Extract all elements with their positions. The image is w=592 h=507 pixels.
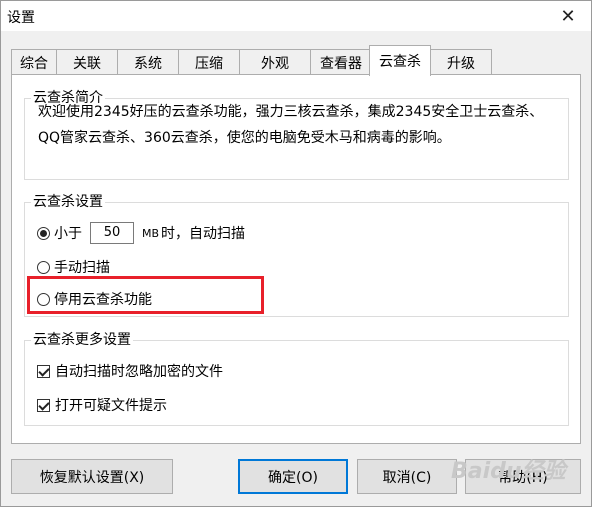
ok-button[interactable]: 确定(O) xyxy=(238,459,348,494)
help-button[interactable]: 帮助(H) xyxy=(465,459,581,494)
radio-manual[interactable] xyxy=(37,260,50,274)
more-settings-group: 云查杀更多设置 自动扫描时忽略加密的文件 打开可疑文件提示 xyxy=(24,331,569,426)
intro-text: 欢迎使用2345好压的云查杀功能，强力三核云查杀，集成2345安全卫士云查杀、Q… xyxy=(38,104,544,146)
radio-size-limit[interactable] xyxy=(37,226,50,240)
tab-panel-cloud-scan: 云查杀简介 欢迎使用2345好压的云查杀功能，强力三核云查杀，集成2345安全卫… xyxy=(11,74,581,444)
checkbox-row-ignore-encrypted[interactable]: 自动扫描时忽略加密的文件 xyxy=(37,361,223,381)
checkbox-row-suspicious-tip[interactable]: 打开可疑文件提示 xyxy=(37,395,167,415)
tab-system[interactable]: 系统 xyxy=(117,49,179,75)
radio-disable[interactable] xyxy=(37,292,50,306)
radio-size-limit-prefix: 小于 xyxy=(54,226,82,242)
settings-dialog: 设置 ✕ 综合 关联 系统 压缩 外观 查看器 云查杀 升级 云查杀简介 欢迎使… xyxy=(0,0,592,507)
radio-disable-label: 停用云查杀功能 xyxy=(54,292,152,308)
radio-manual-label: 手动扫描 xyxy=(54,260,110,276)
tab-general[interactable]: 综合 xyxy=(11,49,57,75)
close-icon[interactable]: ✕ xyxy=(545,1,591,31)
tab-viewer[interactable]: 查看器 xyxy=(310,49,372,75)
more-settings-legend: 云查杀更多设置 xyxy=(31,331,133,349)
cancel-button[interactable]: 取消(C) xyxy=(357,459,457,494)
size-limit-input[interactable]: 50 xyxy=(90,222,134,244)
size-unit: MB xyxy=(142,226,160,240)
checkbox-ignore-encrypted[interactable] xyxy=(37,364,50,378)
radio-row-manual[interactable]: 手动扫描 xyxy=(37,257,110,277)
tab-association[interactable]: 关联 xyxy=(56,49,118,75)
checkbox-suspicious-tip[interactable] xyxy=(37,398,50,412)
tab-cloud-scan[interactable]: 云查杀 xyxy=(369,45,431,76)
radio-row-size-limit: 小于 50 MB 时，自动扫描 xyxy=(37,222,245,244)
restore-defaults-button[interactable]: 恢复默认设置(X) xyxy=(11,459,173,494)
tab-compression[interactable]: 压缩 xyxy=(178,49,240,75)
title-bar: 设置 ✕ xyxy=(1,1,591,31)
radio-row-disable[interactable]: 停用云查杀功能 xyxy=(37,289,152,309)
tab-strip: 综合 关联 系统 压缩 外观 查看器 云查杀 升级 xyxy=(11,45,581,76)
scan-settings-group: 云查杀设置 小于 50 MB 时，自动扫描 手动扫描 停用云查杀功能 xyxy=(24,193,569,317)
window-title: 设置 xyxy=(7,10,35,26)
tab-appearance[interactable]: 外观 xyxy=(239,49,311,75)
tab-upgrade[interactable]: 升级 xyxy=(430,49,492,75)
scan-settings-legend: 云查杀设置 xyxy=(31,193,105,211)
radio-size-limit-suffix: 时，自动扫描 xyxy=(161,226,246,242)
checkbox-suspicious-tip-label: 打开可疑文件提示 xyxy=(55,398,167,414)
checkbox-ignore-encrypted-label: 自动扫描时忽略加密的文件 xyxy=(55,364,223,380)
